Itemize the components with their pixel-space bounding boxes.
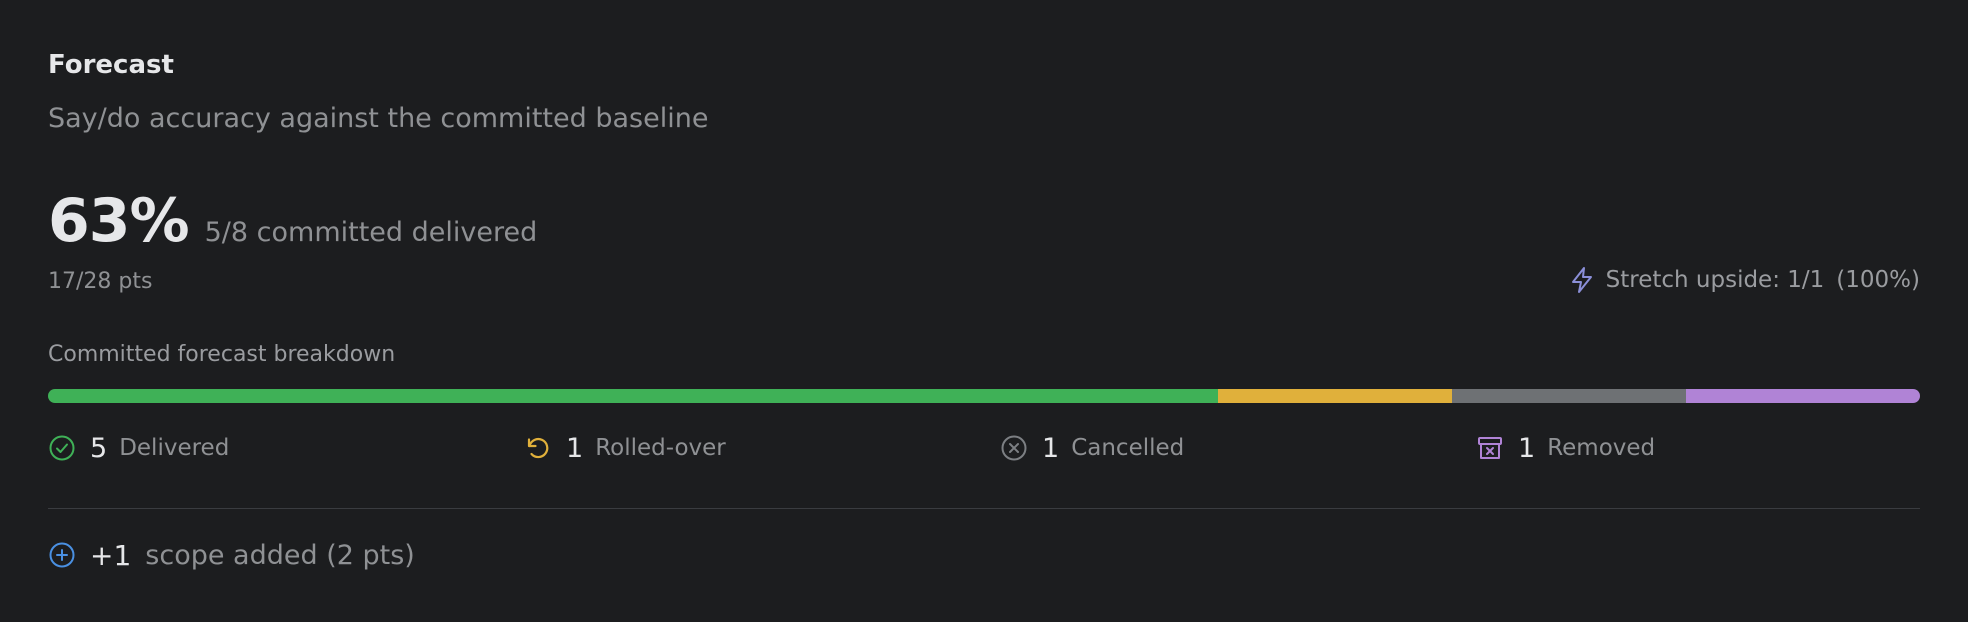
committed-delivered-text: 5/8 committed delivered [204,217,538,248]
legend-count: 5 [90,432,108,464]
legend-label: Cancelled [1071,435,1185,461]
stretch-upside: Stretch upside: 1/1 (100%) [1570,266,1920,294]
scope-added: +1 scope added (2 pts) [48,535,415,575]
lightning-icon [1571,267,1592,293]
legend-item-cancelled: 1 Cancelled [1000,430,1184,466]
legend-count: 1 [1042,432,1060,464]
check-circle-icon [49,435,75,461]
stretch-upside-percent: (100%) [1836,267,1920,293]
scope-added-count: +1 [90,538,132,572]
points-summary: 17/28 pts [48,269,153,294]
legend-count: 1 [566,432,584,464]
legend-label: Rolled-over [595,435,726,461]
bar-segment-removed [1686,389,1920,403]
rotate-icon [527,437,549,459]
bar-segment-delivered [48,389,1218,403]
scope-added-label: scope added (2 pts) [145,539,415,571]
archive-x-icon [1478,437,1502,459]
accuracy-percent: 63% [48,186,190,256]
legend-item-rolled-over: 1 Rolled-over [524,430,726,466]
legend-item-removed: 1 Removed [1476,430,1655,466]
forecast-headline: 63% 5/8 committed delivered [48,186,537,256]
forecast-card: Forecast Say/do accuracy against the com… [0,0,1968,622]
bar-segment-rolled-over [1218,389,1452,403]
card-subtitle: Say/do accuracy against the committed ba… [48,103,709,134]
plus-circle-icon [49,542,75,568]
card-title: Forecast [48,50,174,80]
breakdown-label: Committed forecast breakdown [48,342,396,367]
legend-label: Removed [1547,435,1656,461]
bar-segment-cancelled [1452,389,1686,403]
breakdown-legend: 5 Delivered 1 Rolled-over 1 Cancelled 1 … [48,430,1920,466]
legend-count: 1 [1518,432,1536,464]
legend-item-delivered: 5 Delivered [48,430,229,466]
x-circle-icon [1001,435,1027,461]
divider [48,508,1920,509]
stretch-upside-label: Stretch upside: 1/1 [1605,267,1825,293]
breakdown-bar [48,389,1920,403]
legend-label: Delivered [119,435,230,461]
